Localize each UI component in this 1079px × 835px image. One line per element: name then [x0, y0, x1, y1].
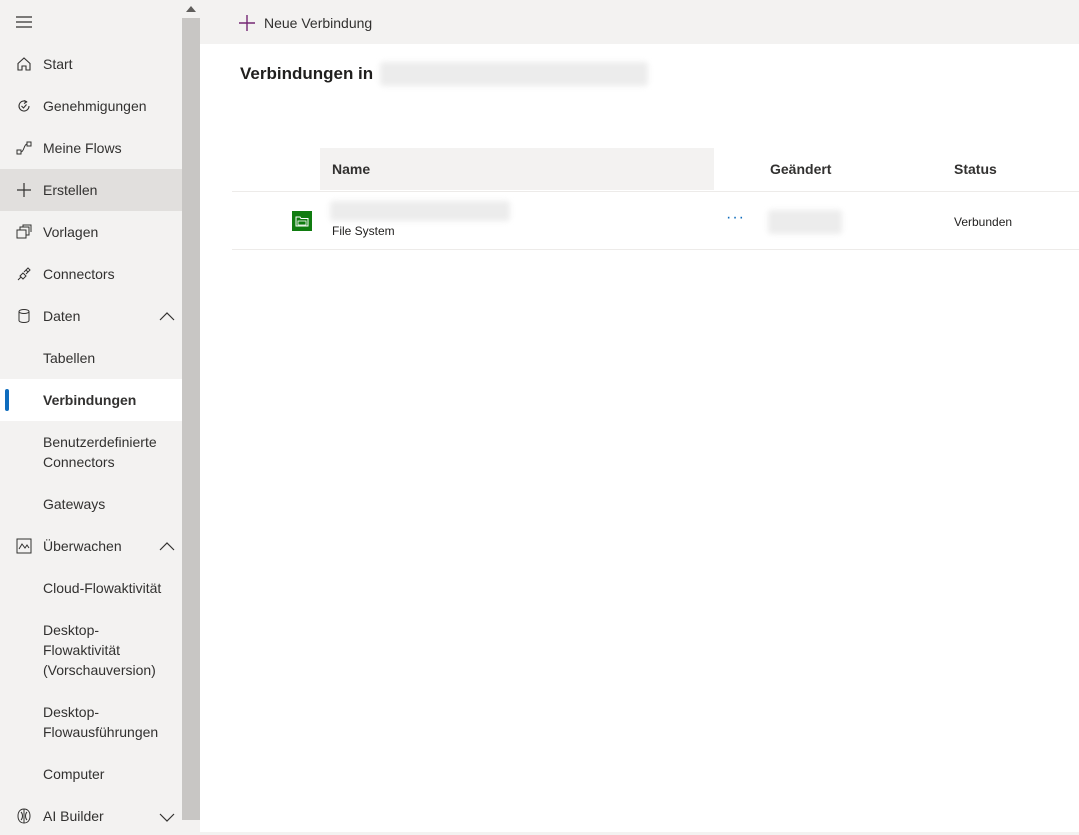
plus-icon [239, 15, 255, 31]
main-content: Neue Verbindung Verbindungen in Name Geä… [200, 0, 1079, 835]
database-icon [16, 308, 34, 326]
sidebar-item-label: Start [43, 56, 73, 72]
sidebar-item-cloud-flowaktivitaet[interactable]: Cloud-Flowaktivität [0, 567, 182, 609]
file-system-connector-icon [292, 211, 312, 231]
environment-name-redacted [380, 62, 648, 86]
sidebar-item-label: Benutzerdefinierte Connectors [43, 434, 157, 470]
sidebar-item-label: Computer [43, 766, 105, 782]
status-text: Verbunden [954, 215, 1013, 229]
column-header-changed[interactable]: Geändert [770, 148, 831, 190]
sidebar-item-computer[interactable]: Computer [0, 753, 182, 795]
approvals-icon [16, 98, 34, 116]
sidebar-item-label: Meine Flows [43, 140, 122, 156]
active-indicator [5, 389, 9, 411]
connection-type: File System [332, 224, 395, 238]
new-connection-label: Neue Verbindung [264, 15, 373, 31]
new-connection-button[interactable]: Neue Verbindung [238, 12, 372, 34]
sidebar-item-desktop-flowausfuehrungen[interactable]: Desktop-Flowausführungen [0, 702, 182, 744]
changed-date-redacted [768, 210, 842, 234]
sidebar-item-label: Vorlagen [43, 224, 99, 240]
plus-icon [16, 182, 34, 200]
sidebar-item-label: Erstellen [43, 182, 98, 198]
sidebar-item-vorlagen[interactable]: Vorlagen [0, 211, 182, 253]
column-header-status[interactable]: Status [954, 148, 997, 190]
sidebar-item-tabellen[interactable]: Tabellen [0, 337, 182, 379]
connection-name-redacted [330, 201, 510, 221]
sidebar-item-gateways[interactable]: Gateways [0, 483, 182, 525]
row-divider [232, 249, 1079, 250]
sidebar-item-label: Daten [43, 308, 81, 324]
sidebar-item-meine-flows[interactable]: Meine Flows [0, 127, 182, 169]
sidebar-item-label: Gateways [43, 496, 106, 512]
sidebar-item-connectors[interactable]: Connectors [0, 253, 182, 295]
command-bar: Neue Verbindung [200, 0, 1079, 44]
sidebar-item-verbindungen[interactable]: Verbindungen [0, 379, 182, 421]
ai-builder-icon [16, 808, 34, 826]
sidebar-item-erstellen[interactable]: Erstellen [0, 169, 182, 211]
sidebar-item-benutzerdefinierte-connectors[interactable]: Benutzerdefinierte Connectors [0, 432, 182, 474]
sidebar-item-desktop-flowaktivitaet[interactable]: Desktop-Flowaktivität (Vorschauversion) [0, 620, 182, 682]
sidebar-item-label: Desktop-Flowausführungen [43, 704, 159, 740]
sidebar-item-label: AI Builder [43, 808, 104, 824]
sidebar-nav: Start Genehmigungen Meine Flows Erstelle… [0, 0, 182, 835]
sidebar-item-label: Connectors [43, 266, 115, 282]
flows-icon [16, 140, 34, 158]
home-icon [16, 56, 34, 74]
scroll-up-arrow-icon[interactable] [182, 0, 200, 18]
plug-icon [16, 266, 34, 284]
chevron-up-icon[interactable] [158, 538, 176, 556]
sidebar-item-daten[interactable]: Daten [0, 295, 182, 337]
scrollbar-thumb[interactable] [182, 18, 200, 820]
sidebar-item-label: Verbindungen [43, 392, 137, 408]
sidebar-item-ueberwachen[interactable]: Überwachen [0, 525, 182, 567]
hamburger-menu-icon[interactable] [14, 12, 34, 32]
sidebar-item-label: Cloud-Flowaktivität [43, 580, 162, 596]
page-title: Verbindungen in [240, 64, 374, 83]
sidebar-item-label: Tabellen [43, 350, 96, 366]
sidebar-item-ai-builder[interactable]: AI Builder [0, 795, 182, 835]
column-header-name[interactable]: Name [320, 148, 714, 190]
more-options-button[interactable]: ··· [726, 209, 745, 227]
sidebar-item-label: Genehmigungen [43, 98, 147, 114]
sidebar-item-genehmigungen[interactable]: Genehmigungen [0, 85, 182, 127]
chevron-down-icon[interactable] [158, 808, 176, 826]
templates-icon [16, 224, 34, 242]
header-divider [232, 191, 1079, 192]
sidebar-item-label: Überwachen [43, 538, 122, 554]
monitor-icon [16, 538, 34, 556]
chevron-up-icon[interactable] [158, 308, 176, 326]
sidebar-item-label: Desktop-Flowaktivität (Vorschauversion) [43, 622, 156, 678]
sidebar-item-start[interactable]: Start [0, 43, 182, 85]
